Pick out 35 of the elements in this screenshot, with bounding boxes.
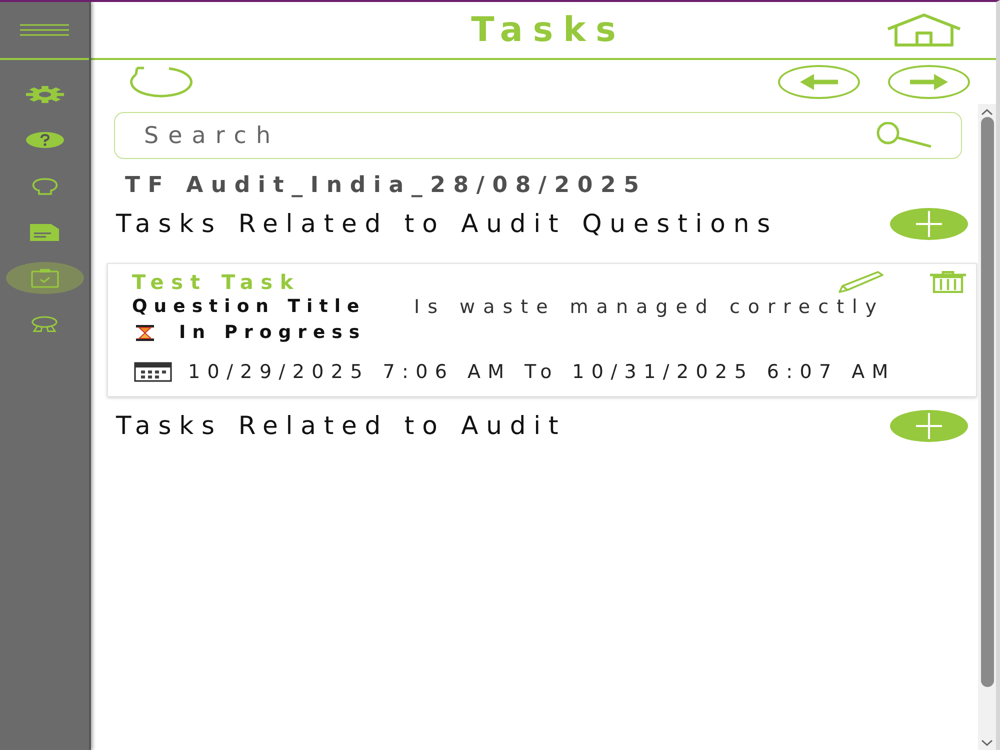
search-icon[interactable] [876,122,932,148]
menu-icon [20,24,69,36]
pencil-icon [838,271,884,293]
refresh-button[interactable] [128,66,194,98]
clipboard-check-icon [30,268,58,288]
settings-icon [26,86,64,102]
task-status: In Progress [179,321,366,345]
task-date-range: 10/29/2025 7:06 AM To 10/31/2025 6:07 AM [188,360,896,384]
section-heading: Tasks Related to Audit [116,410,566,442]
calendar-icon [134,362,172,382]
plus-icon [916,211,942,237]
search-field[interactable]: Search [114,112,962,159]
question-value: Is waste managed correctly [414,295,885,319]
question-label: Question Title [132,295,366,319]
hourglass-icon [134,325,156,341]
plus-icon [916,413,942,439]
arrow-right-icon [910,74,948,90]
trash-icon [929,271,967,293]
task-title: Test Task [132,270,300,294]
scroll-down-icon[interactable] [981,740,993,746]
edit-button[interactable] [838,271,884,293]
menu-button[interactable] [20,24,69,36]
document-icon [30,224,59,240]
audit-title: TF Audit_India_28/08/2025 [125,173,647,199]
scroll-up-icon[interactable] [981,109,993,115]
scrollbar-thumb[interactable] [980,117,994,687]
refresh-icon [128,66,194,98]
home-icon [886,13,962,47]
page-title: Tasks [470,10,626,50]
award-icon [29,316,60,332]
section-heading: Tasks Related to Audit Questions [116,208,778,240]
arrow-left-icon [800,74,838,90]
help-icon [26,132,64,148]
delete-button[interactable] [929,271,967,293]
home-button[interactable] [886,13,962,47]
